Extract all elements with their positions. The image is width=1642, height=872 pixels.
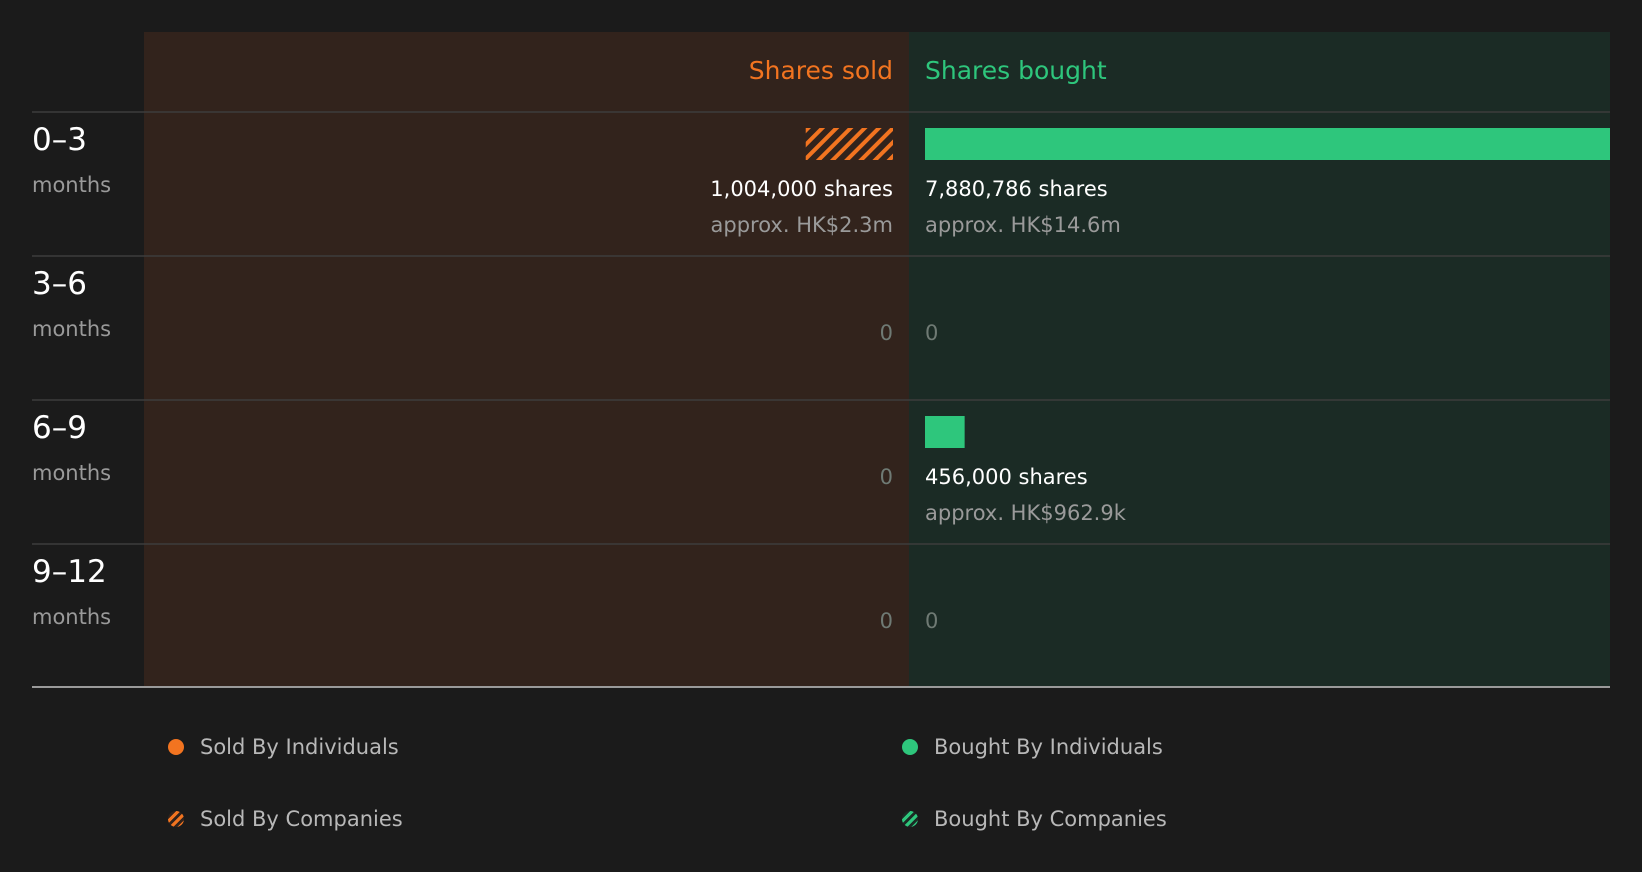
- row-unit-label: months: [32, 173, 111, 197]
- legend: Sold By Individuals Bought By Individual…: [0, 735, 1642, 855]
- row-range-label: 6–9: [32, 410, 87, 446]
- bought-value-label: approx. HK$14.6m: [925, 213, 1121, 237]
- orange-hatched-dot-icon: [168, 811, 184, 827]
- sold-header: Shares sold: [749, 56, 893, 85]
- sold-value-label: approx. HK$2.3m: [711, 213, 893, 237]
- sold-panel: [144, 32, 909, 687]
- bought-header: Shares bought: [925, 56, 1107, 85]
- sold-zero-label: 0: [880, 465, 893, 489]
- sold-bar: [805, 128, 893, 160]
- row-unit-label: months: [32, 317, 111, 341]
- row-range-label: 9–12: [32, 554, 107, 590]
- insider-trading-chart: Shares sold Shares bought 0–3 months 1,004…: [32, 32, 1610, 688]
- row-unit-label: months: [32, 605, 111, 629]
- legend-bought-companies: Bought By Companies: [902, 807, 1167, 831]
- legend-sold-companies: Sold By Companies: [168, 807, 403, 831]
- sold-zero-label: 0: [880, 609, 893, 633]
- bought-bar: [925, 416, 965, 448]
- bought-value-label: approx. HK$962.9k: [925, 501, 1127, 525]
- legend-label: Bought By Individuals: [934, 735, 1163, 759]
- legend-label: Sold By Companies: [200, 807, 403, 831]
- legend-sold-individuals: Sold By Individuals: [168, 735, 399, 759]
- green-hatched-dot-icon: [902, 811, 918, 827]
- row-range-label: 0–3: [32, 122, 87, 158]
- bought-shares-label: 7,880,786 shares: [925, 177, 1108, 201]
- row-range-label: 3–6: [32, 266, 87, 302]
- orange-dot-icon: [168, 739, 184, 755]
- legend-label: Bought By Companies: [934, 807, 1167, 831]
- row-unit-label: months: [32, 461, 111, 485]
- green-dot-icon: [902, 739, 918, 755]
- legend-bought-individuals: Bought By Individuals: [902, 735, 1163, 759]
- bought-shares-label: 456,000 shares: [925, 465, 1088, 489]
- legend-label: Sold By Individuals: [200, 735, 399, 759]
- sold-zero-label: 0: [880, 321, 893, 345]
- bought-zero-label: 0: [925, 609, 938, 633]
- bought-bar: [925, 128, 1610, 160]
- sold-shares-label: 1,004,000 shares: [710, 177, 893, 201]
- bought-zero-label: 0: [925, 321, 938, 345]
